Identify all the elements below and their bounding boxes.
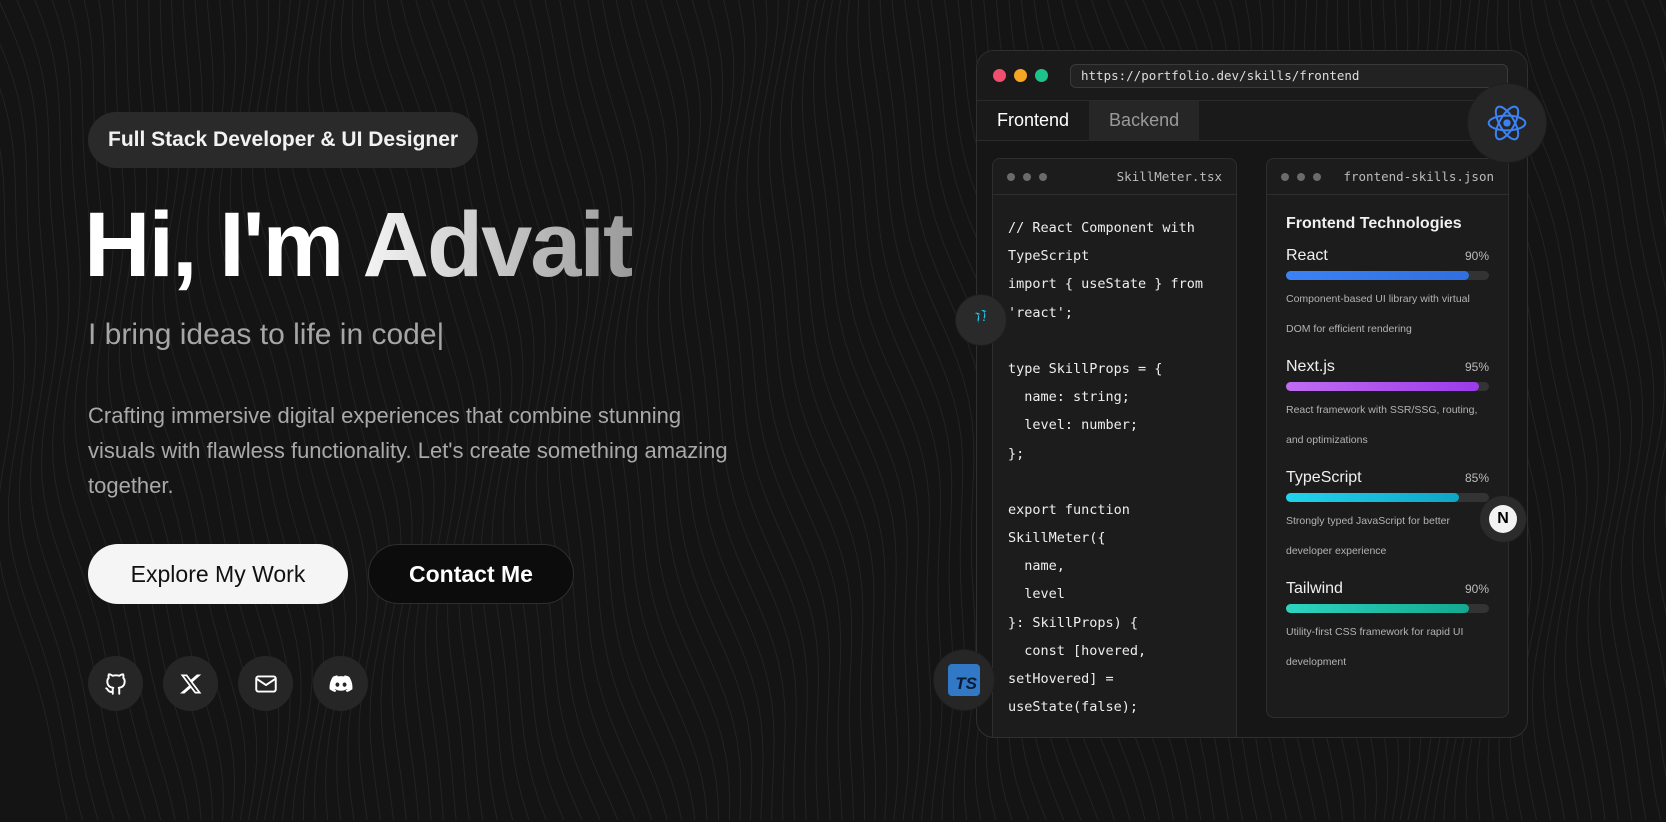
nextjs-icon: N xyxy=(1489,505,1517,533)
skill-item: TypeScript 85% Strongly typed JavaScript f… xyxy=(1286,469,1489,566)
skill-name: Tailwind xyxy=(1286,580,1343,597)
explore-work-button[interactable]: Explore My Work xyxy=(88,544,348,604)
skill-percent: 95% xyxy=(1464,360,1489,374)
skill-progress-fill xyxy=(1286,493,1459,502)
code-line: setHovered] = xyxy=(1008,671,1114,687)
code-line: }: SkillProps) { xyxy=(1008,614,1139,631)
skill-progress-fill xyxy=(1286,271,1469,280)
code-line: const [hovered, xyxy=(1008,642,1147,659)
tab-backend[interactable]: Backend xyxy=(1089,101,1200,140)
tagline-text: I bring ideas to life in code xyxy=(88,318,437,351)
tailwind-badge xyxy=(956,295,1006,345)
skill-progress-track xyxy=(1286,271,1489,280)
hero-tagline: I bring ideas to life in code| xyxy=(88,318,444,352)
code-line: level xyxy=(1008,586,1065,603)
tab-frontend[interactable]: Frontend xyxy=(977,101,1089,140)
contact-me-button[interactable]: Contact Me xyxy=(368,544,574,604)
skill-item: Tailwind 90% Utility-first CSS framework f… xyxy=(1286,580,1489,677)
hero-section: Full Stack Developer & UI Designer Hi, I… xyxy=(84,0,808,822)
panel-dot xyxy=(1023,172,1031,181)
skill-percent: 90% xyxy=(1464,582,1489,596)
skill-progress-track xyxy=(1286,493,1489,502)
discord-icon xyxy=(329,674,352,692)
skill-description: Component-based UI library with virtual … xyxy=(1286,293,1470,335)
skill-row: TypeScript 85% xyxy=(1286,469,1489,487)
panel-dot xyxy=(1281,172,1289,181)
skill-row: Next.js 95% xyxy=(1286,358,1489,376)
email-link[interactable] xyxy=(238,656,293,711)
skill-name: React xyxy=(1286,247,1328,264)
skills-panel: frontend-skills.json Frontend Technologi… xyxy=(1266,158,1509,718)
close-dot[interactable] xyxy=(993,69,1006,82)
code-line: import { useState } from xyxy=(1008,276,1204,293)
address-bar[interactable]: https://portfolio.dev/skills/frontend xyxy=(1070,63,1508,88)
browser-toolbar: https://portfolio.dev/skills/frontend xyxy=(977,51,1527,101)
skills-title: Frontend Technologies xyxy=(1286,215,1462,232)
nextjs-badge: N xyxy=(1480,496,1526,542)
code-line: name, xyxy=(1008,558,1065,575)
tailwind-icon xyxy=(974,310,987,324)
hero-description: Crafting immersive digital experiences t… xyxy=(88,403,728,498)
typescript-icon: TS xyxy=(948,664,980,696)
typing-cursor: | xyxy=(436,318,445,351)
code-line: export function xyxy=(1008,501,1130,518)
hero-title: Hi, I'm Advait xyxy=(84,190,634,300)
code-line: name: string; xyxy=(1008,389,1130,406)
panel-dot xyxy=(1007,172,1015,181)
skill-description: Utility-first CSS framework for rapid UI… xyxy=(1286,626,1464,668)
browser-window: https://portfolio.dev/skills/frontend Fr… xyxy=(976,50,1528,738)
skill-description: Strongly typed JavaScript for better dev… xyxy=(1286,515,1450,557)
skill-description: React framework with SSR/SSG, routing, a… xyxy=(1286,404,1478,446)
code-line: TypeScript xyxy=(1008,248,1090,265)
code-line: }; xyxy=(1008,445,1025,462)
code-line: 'react'; xyxy=(1008,304,1074,321)
role-badge: Full Stack Developer & UI Designer xyxy=(88,112,479,168)
panel-dot xyxy=(1297,172,1305,181)
skills-filename: frontend-skills.json xyxy=(1343,169,1494,184)
skill-progress-track xyxy=(1286,382,1489,391)
react-badge xyxy=(1468,84,1546,162)
github-link[interactable] xyxy=(88,656,143,711)
skill-progress-track xyxy=(1286,604,1489,613)
skill-progress-fill xyxy=(1286,604,1469,613)
x-icon xyxy=(179,673,201,694)
skill-percent: 85% xyxy=(1464,471,1489,485)
skill-name: TypeScript xyxy=(1286,469,1362,486)
discord-link[interactable] xyxy=(313,656,368,711)
skill-row: Tailwind 90% xyxy=(1286,580,1489,598)
code-block: // React Component with TypeScript import … xyxy=(993,195,1236,720)
code-filename: SkillMeter.tsx xyxy=(1116,169,1222,184)
code-line: SkillMeter({ xyxy=(1008,530,1106,547)
react-icon xyxy=(1487,105,1527,141)
skill-row: React 90% xyxy=(1286,247,1489,265)
skill-item: React 90% Component-based UI library with … xyxy=(1286,247,1489,344)
code-line: // React Component with xyxy=(1008,220,1195,236)
skill-percent: 90% xyxy=(1464,249,1489,263)
github-icon xyxy=(104,672,126,695)
panel-dot xyxy=(1313,172,1321,181)
skills-list: Frontend Technologies React 90% Component-… xyxy=(1267,195,1508,677)
panel-dot xyxy=(1039,172,1047,181)
skill-name: Next.js xyxy=(1286,358,1335,375)
skill-progress-fill xyxy=(1286,382,1479,391)
code-panel-header: SkillMeter.tsx xyxy=(993,159,1236,195)
social-links xyxy=(88,656,368,711)
skill-tabs: Frontend Backend xyxy=(977,101,1527,141)
code-line: useState(false); xyxy=(1008,699,1139,716)
maximize-dot[interactable] xyxy=(1035,69,1048,82)
skill-item: Next.js 95% React framework with SSR/SSG, … xyxy=(1286,358,1489,455)
typescript-badge: TS xyxy=(934,650,994,710)
minimize-dot[interactable] xyxy=(1014,69,1027,82)
skills-panel-header: frontend-skills.json xyxy=(1267,159,1508,195)
mail-icon xyxy=(254,674,277,693)
code-panel: SkillMeter.tsx // React Component with Ty… xyxy=(992,158,1237,737)
code-line: type SkillProps = { xyxy=(1008,360,1163,377)
code-line: level: number; xyxy=(1008,417,1139,434)
x-link[interactable] xyxy=(163,656,218,711)
